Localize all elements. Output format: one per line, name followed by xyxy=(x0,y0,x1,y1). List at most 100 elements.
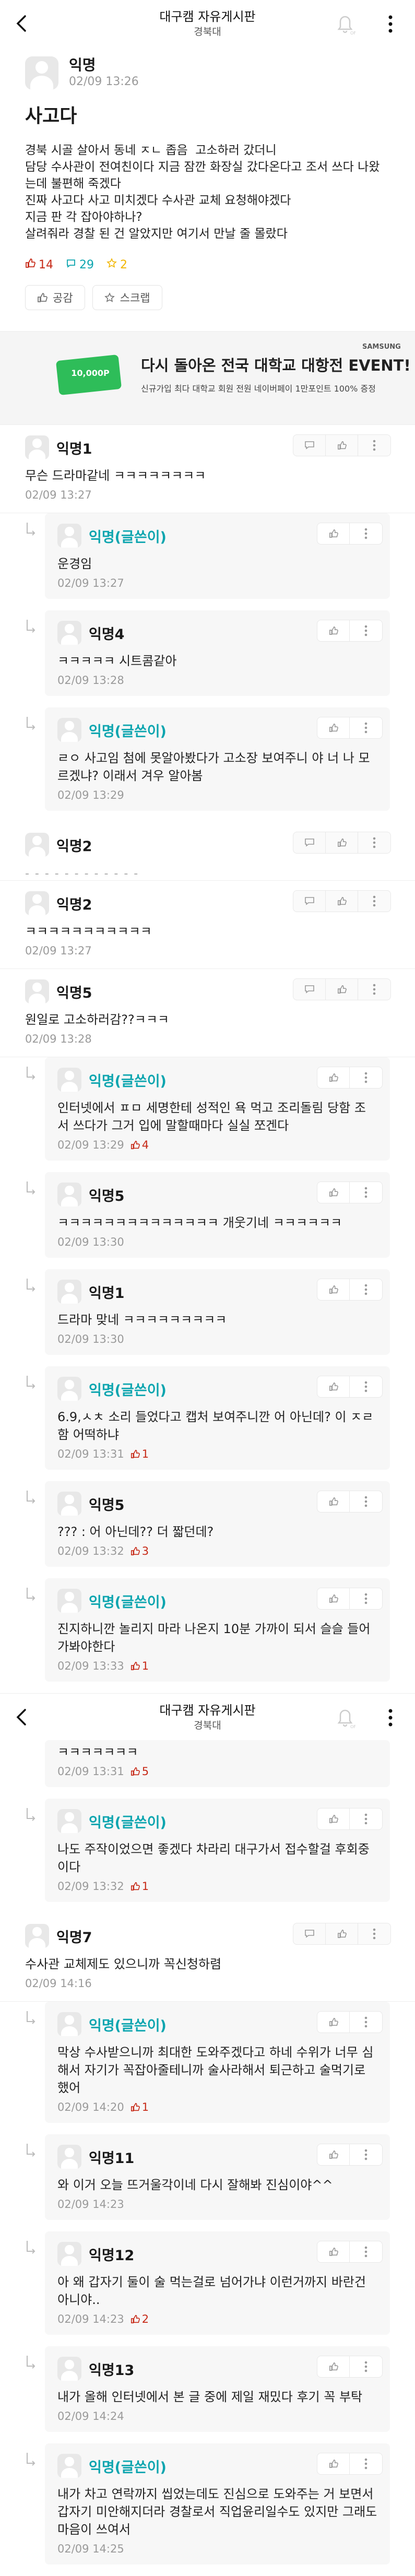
reply-text: ??? : 어 아닌데?? 더 짧던데? xyxy=(57,1525,214,1539)
avatar xyxy=(57,621,81,645)
comment-actions xyxy=(293,890,391,912)
reply-arrow-icon xyxy=(27,2453,35,2466)
reply: 익명(글쓴이) 나도 주작이었으면 좋겠다 차라리 대구가서 접수할걸 후회중이다… xyxy=(0,1799,415,1913)
bell-off-icon[interactable]: OFF xyxy=(334,1705,356,1729)
thumbs-up-icon xyxy=(329,2150,338,2159)
avatar xyxy=(25,979,49,1003)
comment-actions xyxy=(317,717,383,739)
thumbs-up-icon xyxy=(329,723,338,732)
reply: 익명(글쓴이) 운경임 02/09 13:27 xyxy=(0,513,415,610)
comment-actions xyxy=(317,2144,383,2166)
like-action-icon[interactable] xyxy=(326,832,358,853)
like-action-icon[interactable] xyxy=(317,1376,350,1397)
reply-action-icon[interactable] xyxy=(293,832,326,853)
like-action-icon[interactable] xyxy=(317,2356,350,2377)
reply-text: 나도 주작이었으면 좋겠다 차라리 대구가서 접수할걸 후회중이다 xyxy=(57,1842,370,1874)
more-action-icon[interactable] xyxy=(358,832,390,853)
ad-card-text: 10,000P xyxy=(71,368,110,378)
more-action-icon[interactable] xyxy=(350,1376,382,1397)
like-action-icon[interactable] xyxy=(317,620,350,641)
like-action-icon[interactable] xyxy=(317,717,350,738)
like-action-icon[interactable] xyxy=(317,1279,350,1300)
more-action-icon[interactable] xyxy=(350,2012,382,2033)
reply-date: 02/09 13:28 xyxy=(57,674,124,687)
comment-date: 02/09 14:16 xyxy=(25,1977,92,1990)
like-action-icon[interactable] xyxy=(326,979,358,1000)
post-date: 02/09 13:26 xyxy=(69,75,139,88)
like-action-icon[interactable] xyxy=(317,2453,350,2474)
thumbs-up-icon xyxy=(329,2459,338,2468)
thumbs-up-icon xyxy=(131,1449,140,1459)
reply-date: 02/09 14:23 xyxy=(57,2313,124,2325)
thumbs-up-icon xyxy=(329,2362,338,2371)
comment-icon xyxy=(67,259,75,268)
reply-action-icon[interactable] xyxy=(293,1923,326,1944)
more-action-icon[interactable] xyxy=(350,620,382,641)
more-action-icon[interactable] xyxy=(350,717,382,738)
bell-off-icon[interactable]: OFF xyxy=(334,11,356,36)
back-arrow-icon[interactable] xyxy=(14,15,29,32)
reply: 익명(글쓴이) ㄹㅇ 사고임 첨에 못알아봤다가 고소장 보여주니 야 너 나 모… xyxy=(0,707,415,822)
thumbs-up-icon xyxy=(131,1767,140,1776)
reply-author: 익명(글쓴이) xyxy=(89,1814,167,1831)
avatar xyxy=(57,1377,81,1401)
reply-arrow-icon xyxy=(27,1279,35,1292)
reply-author: 익명(글쓴이) xyxy=(89,1382,167,1399)
avatar xyxy=(57,1492,81,1516)
like-action-icon[interactable] xyxy=(317,2012,350,2033)
more-action-icon[interactable] xyxy=(350,2356,382,2377)
reply-text: 아 왜 갑자기 둘이 술 먹는걸로 넘어가냐 이런거까지 바란건 아니야.. xyxy=(57,2275,370,2307)
reply-text: 내가 올해 인터넷에서 본 글 중에 제일 재밌다 후기 꼭 부탁 xyxy=(57,2390,363,2404)
reply-text: 운경임 xyxy=(57,557,92,571)
more-action-icon[interactable] xyxy=(350,1067,382,1088)
more-action-icon[interactable] xyxy=(350,1182,382,1203)
reply: 익명(글쓴이) 진지하니깐 놀리지 마라 나온지 10분 가까이 되서 슬슬 들어… xyxy=(0,1578,415,1693)
like-button[interactable]: 공감 xyxy=(25,285,85,310)
thumbs-up-icon xyxy=(131,1140,140,1150)
reply-arrow-icon xyxy=(27,523,35,536)
more-action-icon[interactable] xyxy=(350,1279,382,1300)
ad-banner[interactable]: 10,000P SAMSUNG 다시 돌아온 전국 대학교 대항전 EVENT!… xyxy=(0,331,415,425)
comment-actions xyxy=(317,1181,383,1203)
like-action-icon[interactable] xyxy=(317,2241,350,2262)
back-arrow-icon[interactable] xyxy=(14,1708,29,1726)
more-action-icon[interactable] xyxy=(350,2453,382,2474)
comment: 익명1 무슨 드라마같네 ㅋㅋㅋㅋㅋㅋㅋㅋ 02/09 13:27 xyxy=(0,425,415,513)
reply-date: 02/09 14:25 xyxy=(57,2543,124,2555)
more-action-icon[interactable] xyxy=(350,2241,382,2262)
more-action-icon[interactable] xyxy=(358,1923,390,1944)
reply-action-icon[interactable] xyxy=(293,979,326,1000)
reply-author: 익명(글쓴이) xyxy=(89,1594,167,1611)
reply-action-icon[interactable] xyxy=(293,891,326,912)
like-action-icon[interactable] xyxy=(317,1182,350,1203)
like-action-icon[interactable] xyxy=(326,435,358,456)
comment-date: 02/09 13:27 xyxy=(25,489,92,501)
more-action-icon[interactable] xyxy=(350,1491,382,1512)
like-action-icon[interactable] xyxy=(317,1809,350,1829)
ad-subtext: 신규가입 최다 대학교 회원 전원 네이버페이 1만포인트 100% 증정 xyxy=(141,384,376,394)
like-action-icon[interactable] xyxy=(326,1923,358,1944)
more-options-icon[interactable] xyxy=(387,15,394,33)
more-options-icon[interactable] xyxy=(387,1708,394,1727)
reply-action-icon[interactable] xyxy=(293,435,326,456)
more-action-icon[interactable] xyxy=(350,1809,382,1829)
more-action-icon[interactable] xyxy=(350,523,382,544)
more-action-icon[interactable] xyxy=(358,435,390,456)
reply-date: 02/09 13:33 xyxy=(57,1660,124,1672)
scrap-button[interactable]: 스크랩 xyxy=(92,285,162,310)
like-action-icon[interactable] xyxy=(317,1491,350,1512)
more-action-icon[interactable] xyxy=(350,1588,382,1609)
more-action-icon[interactable] xyxy=(358,891,390,912)
reply-date: 02/09 13:31 xyxy=(57,1765,124,1778)
comment-author: 익명2 xyxy=(56,896,92,913)
reply-arrow-icon xyxy=(27,2144,35,2157)
like-action-icon[interactable] xyxy=(317,2144,350,2165)
more-action-icon[interactable] xyxy=(358,979,390,1000)
more-action-icon[interactable] xyxy=(350,2144,382,2165)
reply-author: 익명12 xyxy=(89,2247,135,2264)
like-action-icon[interactable] xyxy=(317,1588,350,1609)
like-action-icon[interactable] xyxy=(326,891,358,912)
like-action-icon[interactable] xyxy=(317,1067,350,1088)
comment-text: 수사관 교체제도 있으니까 꼭신청하렴 xyxy=(25,1957,222,1971)
like-action-icon[interactable] xyxy=(317,523,350,544)
